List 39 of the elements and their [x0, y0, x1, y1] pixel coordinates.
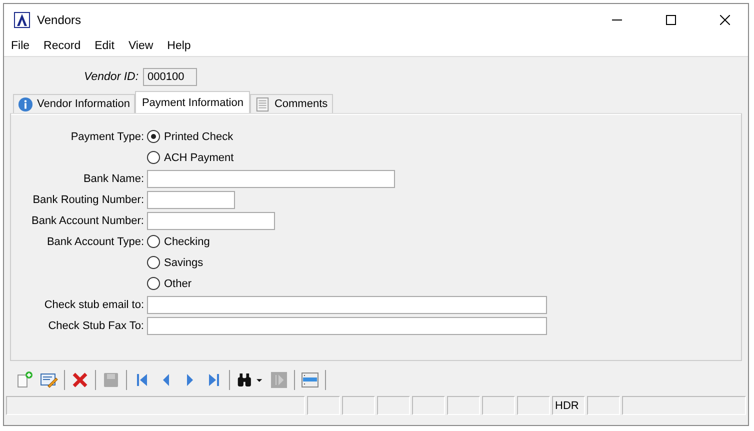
status-bar-cell — [517, 396, 550, 415]
radio-button[interactable]: Printed Check — [147, 130, 234, 143]
radio-button[interactable]: ACH Payment — [147, 151, 234, 164]
status-bar-mode: HDR — [552, 396, 585, 415]
field-label: Check stub email to: — [44, 298, 144, 310]
status-bar-cell — [587, 396, 620, 415]
menu-item[interactable]: File — [11, 40, 30, 52]
app-logo-icon — [14, 12, 30, 28]
field-label: Bank Name: — [83, 172, 144, 184]
status-bar-cell — [412, 396, 445, 415]
radio-button[interactable]: Savings — [147, 256, 204, 269]
tab[interactable]: Vendor Information — [13, 94, 135, 113]
status-bar-cell — [342, 396, 375, 415]
vendor-id-label: Vendor ID: — [84, 71, 139, 83]
status-bar-cell — [307, 396, 340, 415]
field-label: Bank Routing Number: — [32, 194, 144, 206]
status-bar-cell — [482, 396, 515, 415]
input-field[interactable] — [147, 212, 275, 230]
vendor-id-field[interactable]: 000100 — [142, 68, 197, 86]
field-label: Bank Account Number: — [31, 214, 144, 226]
tab[interactable]: Comments — [250, 94, 333, 113]
field-label: Payment Type: — [70, 130, 144, 142]
input-field[interactable] — [147, 316, 547, 334]
field-label: Bank Account Type: — [46, 236, 144, 248]
status-bar-cell — [447, 396, 480, 415]
menu-item[interactable]: View — [128, 40, 154, 52]
radio-button[interactable]: Checking — [147, 235, 210, 248]
radio-button[interactable]: Other — [147, 277, 192, 290]
menu-item[interactable]: Help — [167, 40, 191, 52]
status-bar-cell — [377, 396, 410, 415]
input-field[interactable] — [147, 190, 235, 208]
menu-item[interactable]: Record — [44, 40, 81, 52]
info-icon — [18, 96, 33, 112]
field-label: Check Stub Fax To: — [48, 320, 144, 332]
input-field[interactable] — [147, 170, 395, 188]
window-title: Vendors — [37, 13, 82, 27]
menu-item[interactable]: Edit — [94, 40, 114, 52]
input-field[interactable] — [147, 296, 547, 314]
tab[interactable]: Payment Information — [134, 91, 250, 113]
